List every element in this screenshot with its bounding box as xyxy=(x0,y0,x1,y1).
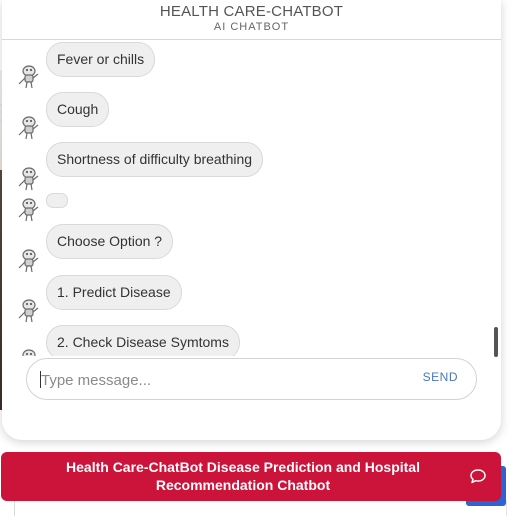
option-bubble-predict[interactable]: 1. Predict Disease xyxy=(46,275,182,310)
bot-message: Fever or chills xyxy=(2,42,482,82)
chat-bubble-icon xyxy=(470,469,486,484)
background-divider-right xyxy=(506,500,507,516)
robot-avatar-icon xyxy=(18,249,39,273)
message-bubble-empty xyxy=(46,193,68,208)
message-bubble: Choose Option ? xyxy=(46,224,174,259)
robot-avatar-icon xyxy=(18,116,39,140)
message-composer: SEND xyxy=(26,358,477,400)
message-input[interactable] xyxy=(39,365,403,395)
robot-avatar-icon xyxy=(18,198,39,222)
message-bubble: Shortness of difficulty breathing xyxy=(46,142,264,177)
robot-avatar-icon xyxy=(22,349,36,356)
text-caret xyxy=(40,371,41,388)
chat-title: HEALTH CARE-CHATBOT xyxy=(159,3,344,20)
robot-avatar-icon xyxy=(18,65,39,89)
robot-avatar-icon xyxy=(18,299,39,323)
chatbot-launcher-bar[interactable]: Health Care-ChatBot Disease Prediction a… xyxy=(1,452,501,501)
message-scrollbar[interactable] xyxy=(493,40,501,358)
option-bubble-check[interactable]: 2. Check Disease Symtoms xyxy=(46,325,240,356)
bot-message: Choose Option ? xyxy=(2,224,482,264)
launcher-title: Health Care-ChatBot Disease Prediction a… xyxy=(66,459,420,493)
robot-avatar-icon xyxy=(18,167,39,191)
bot-message: 1. Predict Disease xyxy=(2,275,482,315)
chat-header: HEALTH CARE-CHATBOT AI CHATBOT xyxy=(2,0,501,40)
chat-window: HEALTH CARE-CHATBOT AI CHATBOT Fever or … xyxy=(2,0,501,440)
chat-subtitle: AI CHATBOT xyxy=(213,21,290,33)
bot-message: 2. Check Disease Symtoms xyxy=(2,325,482,356)
message-bubble: Cough xyxy=(46,92,110,127)
bot-message: Cough xyxy=(2,92,482,132)
send-button[interactable]: SEND xyxy=(423,370,458,384)
message-bubble: Fever or chills xyxy=(46,42,156,77)
message-list[interactable]: Fever or chills Cough Shortness of diffi… xyxy=(2,40,492,356)
bot-message: Shortness of difficulty breathing xyxy=(2,142,482,182)
scrollbar-thumb[interactable] xyxy=(494,327,498,357)
background-divider xyxy=(14,500,15,516)
